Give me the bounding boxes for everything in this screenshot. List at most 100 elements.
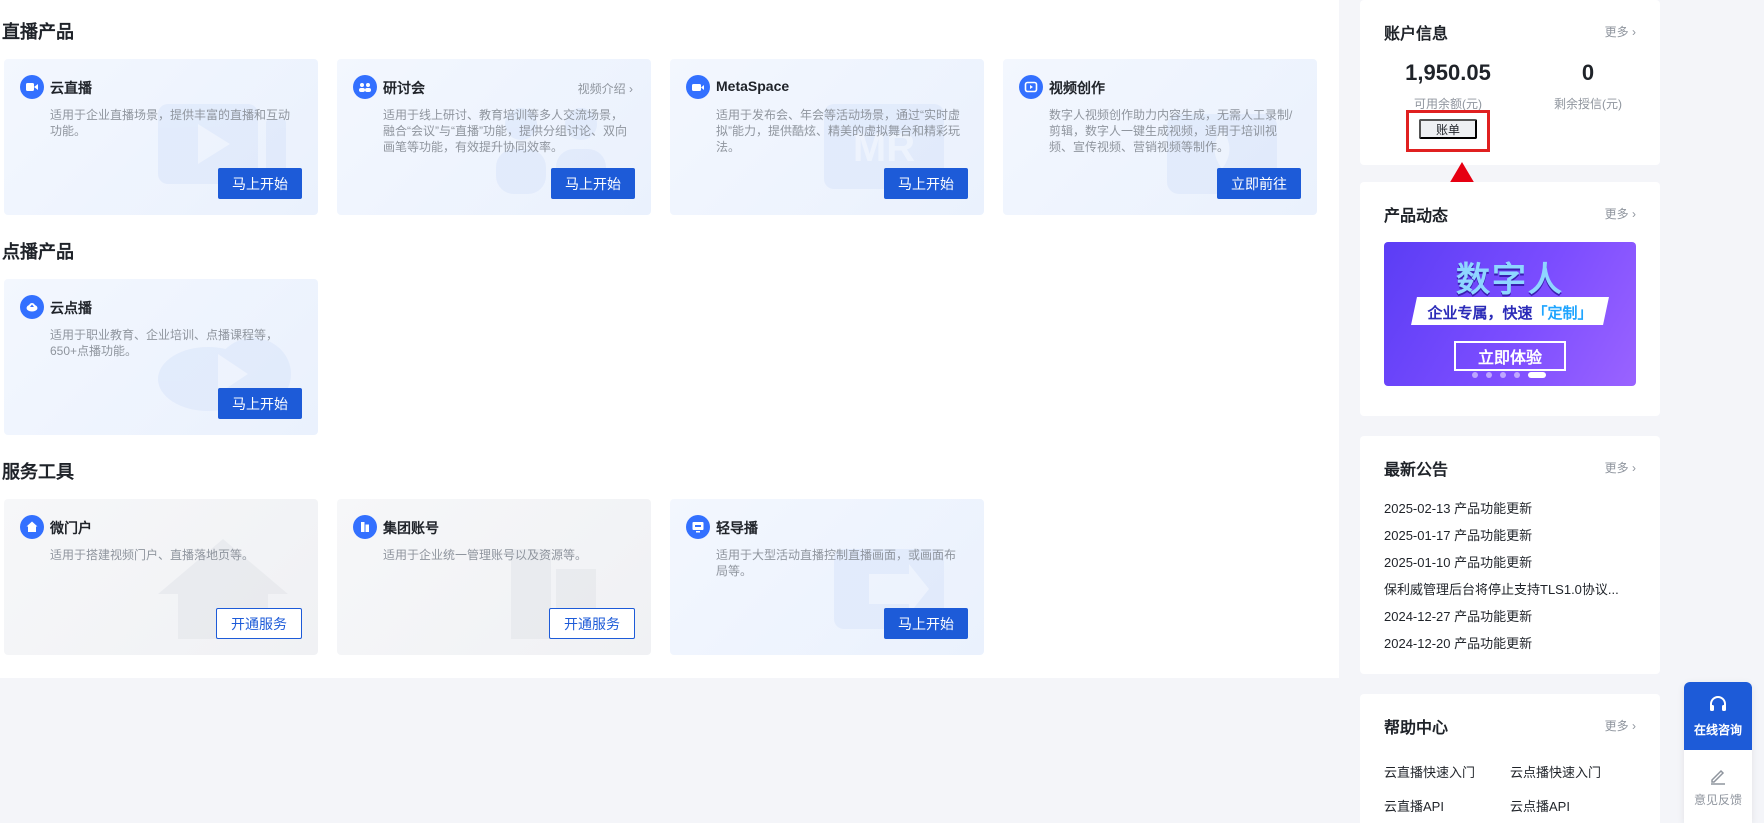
banner-sub-prefix: 企业专属，快速 (1427, 305, 1533, 322)
carousel-dot[interactable] (1472, 372, 1478, 378)
cloud-upload-icon (20, 295, 44, 319)
notices-title: 最新公告 (1384, 462, 1449, 479)
camera-icon (686, 75, 710, 99)
more-label: 更多 (1604, 719, 1629, 733)
card-seminar: 研讨会 视频介绍 › 适用于线上研讨、教育培训等多人交流场景，融合“会议”与“直… (337, 59, 651, 215)
feedback-label: 意见反馈 (1693, 792, 1742, 807)
more-label: 更多 (1604, 25, 1629, 39)
section-title-tools: 服务工具 (2, 462, 74, 482)
card-cloud-live: 云直播 适用于企业直播场景，提供丰富的直播和互动功能。 马上开始 (4, 59, 318, 215)
carousel-dot[interactable] (1500, 372, 1506, 378)
carousel-dot[interactable] (1486, 372, 1492, 378)
card-desc: 适用于搭建视频门户、直播落地页等。 (50, 548, 255, 562)
go-now-button[interactable]: 立即前往 (1217, 168, 1301, 199)
notice-item[interactable]: 2025-01-17 产品功能更新 (1384, 525, 1636, 544)
headset-icon (1710, 695, 1726, 711)
help-panel: 帮助中心 更多 › 云直播快速入门 云点播快速入门 云直播API 云点播API (1360, 694, 1660, 823)
start-button[interactable]: 马上开始 (884, 608, 968, 639)
chevron-right-icon: › (1632, 719, 1636, 733)
feedback-button[interactable]: 意见反馈 (1684, 754, 1752, 820)
card-title: 云直播 (50, 80, 92, 96)
card-group-account: 集团账号 适用于企业统一管理账号以及资源等。 开通服务 (337, 499, 651, 655)
card-title: 视频创作 (1049, 80, 1105, 96)
bill-highlight-box: 账单 (1406, 110, 1490, 152)
card-metaspace: MR MetaSpace 适用于发布会、年会等活动场景，通过“实时虚拟”能力，提… (670, 59, 984, 215)
help-link[interactable]: 云直播快速入门 (1384, 762, 1475, 781)
start-button[interactable]: 马上开始 (551, 168, 635, 199)
activate-service-button[interactable]: 开通服务 (216, 608, 302, 639)
card-title: 微门户 (50, 520, 92, 536)
notice-item[interactable]: 2025-02-13 产品功能更新 (1384, 498, 1636, 517)
chevron-right-icon: › (629, 82, 633, 96)
monitor-icon (686, 515, 710, 539)
banner-sub-highlight: 「定制」 (1532, 305, 1593, 322)
notice-item[interactable]: 2025-01-10 产品功能更新 (1384, 552, 1636, 571)
section-title-live: 直播产品 (2, 22, 74, 42)
card-title: 集团账号 (383, 520, 439, 536)
float-panel: 在线咨询 意见反馈 (1684, 682, 1752, 823)
start-button[interactable]: 马上开始 (218, 388, 302, 419)
building-icon (353, 515, 377, 539)
pencil-icon (1711, 769, 1725, 785)
card-micro-portal: 微门户 适用于搭建视频门户、直播落地页等。 开通服务 (4, 499, 318, 655)
credit-label: 剩余授信(元) (1554, 97, 1622, 111)
help-link[interactable]: 云点播快速入门 (1510, 762, 1601, 781)
group-icon (353, 75, 377, 99)
help-more-link[interactable]: 更多 › (1605, 717, 1636, 734)
card-title: 云点播 (50, 300, 92, 316)
card-light-director: 轻导播 适用于大型活动直播控制直播画面，或画面布局等。 马上开始 (670, 499, 984, 655)
more-label: 更多 (1604, 461, 1629, 475)
card-desc: 适用于大型活动直播控制直播画面，或画面布局等。 (716, 548, 957, 578)
start-button[interactable]: 马上开始 (218, 168, 302, 199)
help-link[interactable]: 云点播API (1510, 796, 1570, 815)
chevron-right-icon: › (1632, 207, 1636, 221)
card-desc: 适用于发布会、年会等活动场景，通过“实时虚拟”能力，提供酷炫、精美的虚拟舞台和精… (716, 108, 960, 154)
home-icon (20, 515, 44, 539)
chevron-right-icon: › (1632, 25, 1636, 39)
account-title: 账户信息 (1384, 26, 1449, 43)
card-title: MetaSpace (716, 78, 790, 94)
chevron-right-icon: › (1632, 461, 1636, 475)
balance-value: 1,950.05 (1405, 60, 1491, 85)
carousel-dots (1472, 372, 1546, 378)
card-desc: 适用于线上研讨、教育培训等多人交流场景，融合“会议”与“直播”功能，提供分组讨论… (383, 108, 627, 154)
notices-panel: 最新公告 更多 › 2025-02-13 产品功能更新 2025-01-17 产… (1360, 436, 1660, 674)
banner-title: 数字人 (1456, 261, 1564, 299)
bill-button[interactable]: 账单 (1419, 119, 1477, 139)
section-title-vod: 点播产品 (2, 242, 74, 262)
activate-service-button[interactable]: 开通服务 (549, 608, 635, 639)
card-video-create: 视频创作 数字人视频创作助力内容生成，无需人工录制/剪辑，数字人一键生成视频，适… (1003, 59, 1317, 215)
help-title: 帮助中心 (1384, 720, 1449, 737)
card-title: 研讨会 (383, 80, 425, 96)
video-intro-link[interactable]: 视频介绍 › (578, 80, 633, 97)
video-edit-icon (1019, 75, 1043, 99)
card-desc: 适用于企业统一管理账号以及资源等。 (383, 548, 588, 562)
notice-item[interactable]: 保利威管理后台将停止支持TLS1.0协议... (1384, 579, 1636, 598)
account-more-link[interactable]: 更多 › (1605, 23, 1636, 40)
banner-subtitle: 企业专属，快速「定制」 (1384, 302, 1636, 323)
news-title: 产品动态 (1384, 208, 1449, 225)
notice-item[interactable]: 2024-12-20 产品功能更新 (1384, 633, 1636, 652)
account-panel: 账户信息 更多 › 1,950.05 可用余额(元) 0 剩余授信(元) 账单 (1360, 0, 1660, 165)
online-consult-label: 在线咨询 (1693, 722, 1742, 737)
digital-human-banner[interactable]: 数字人 企业专属，快速「定制」 立即体验 (1384, 242, 1636, 386)
card-desc: 适用于企业直播场景，提供丰富的直播和互动功能。 (50, 108, 291, 138)
main-panel: 直播产品 云直播 适用于企业直播场景，提供丰富的直播和互动功能。 马上开始 研讨… (0, 0, 1339, 678)
video-intro-label: 视频介绍 (577, 82, 626, 96)
card-title: 轻导播 (716, 520, 758, 536)
start-button[interactable]: 马上开始 (884, 168, 968, 199)
carousel-dot[interactable] (1514, 372, 1520, 378)
news-more-link[interactable]: 更多 › (1605, 205, 1636, 222)
online-consult-button[interactable]: 在线咨询 (1684, 682, 1752, 750)
card-cloud-vod: 云点播 适用于职业教育、企业培训、点播课程等，650+点播功能。 马上开始 (4, 279, 318, 435)
banner-cta-button[interactable]: 立即体验 (1454, 341, 1566, 371)
notice-item[interactable]: 2024-12-27 产品功能更新 (1384, 606, 1636, 625)
credit-value: 0 (1581, 60, 1595, 85)
notices-more-link[interactable]: 更多 › (1605, 459, 1636, 476)
card-desc: 数字人视频创作助力内容生成，无需人工录制/剪辑，数字人一键生成视频，适用于培训视… (1049, 108, 1293, 154)
help-link[interactable]: 云直播API (1384, 796, 1444, 815)
news-panel: 产品动态 更多 › 数字人 企业专属，快速「定制」 立即体验 (1360, 182, 1660, 416)
carousel-dot-active[interactable] (1528, 372, 1546, 378)
more-label: 更多 (1604, 207, 1629, 221)
card-desc: 适用于职业教育、企业培训、点播课程等，650+点播功能。 (50, 328, 279, 358)
